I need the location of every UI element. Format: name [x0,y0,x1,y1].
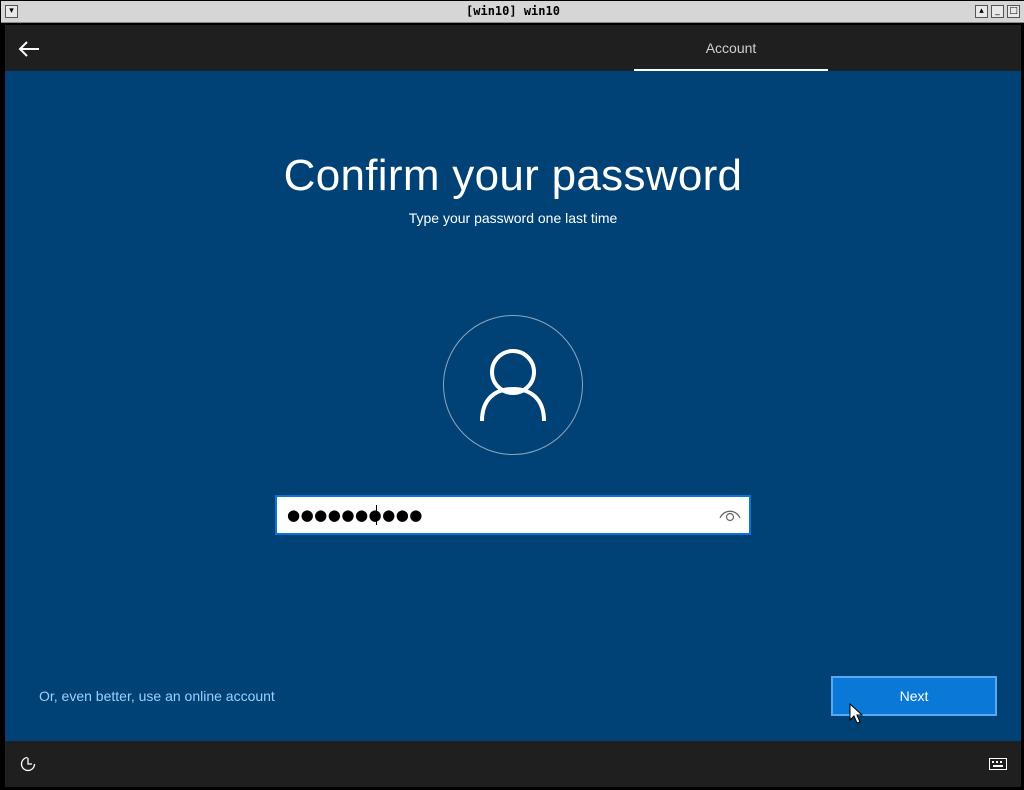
text-caret [376,505,377,525]
back-arrow-icon [18,41,39,57]
back-button[interactable] [15,35,43,63]
mouse-pointer-icon [849,703,863,724]
vm-window: ▾ [win10] win10 ▴ _ □ Account Confirm yo… [0,0,1024,790]
bottom-bar [5,741,1021,787]
tab-account: Account [634,25,828,71]
top-bar: Account [5,25,1021,71]
window-minimize-icon[interactable]: _ [991,5,1004,18]
window-titlebar[interactable]: ▾ [win10] win10 ▴ _ □ [1,1,1024,23]
avatar [443,315,583,455]
window-maximize-icon[interactable]: □ [1007,5,1020,18]
online-account-link[interactable]: Or, even better, use an online account [39,688,275,704]
user-icon [480,349,546,422]
eye-icon[interactable] [719,505,741,525]
ease-of-access-icon[interactable] [19,755,37,773]
page-title: Confirm your password [283,151,743,200]
password-field[interactable]: ●●●●●●●●●● [275,495,751,535]
window-title: [win10] win10 [466,4,560,18]
page-subtitle: Type your password one last time [408,210,618,226]
keyboard-icon[interactable] [989,758,1007,770]
oobe-screen: Account Confirm your password Type your … [5,25,1021,787]
window-raise-icon[interactable]: ▴ [975,5,988,18]
password-masked-value: ●●●●●●●●●● [287,506,423,524]
